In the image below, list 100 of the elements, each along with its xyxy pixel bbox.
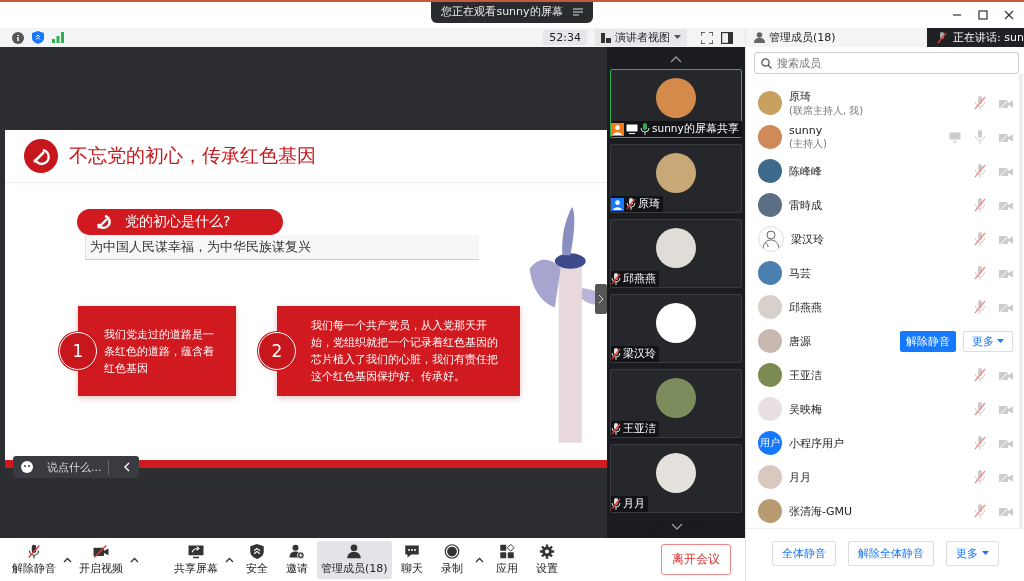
muted-mic-icon[interactable] [974, 198, 986, 212]
avatar-placeholder [656, 78, 696, 118]
avatar-placeholder [656, 453, 696, 493]
maximize-icon[interactable] [978, 10, 988, 20]
member-row[interactable]: 唐源 解除静音 更多 [746, 324, 1019, 358]
signal-icon[interactable] [52, 32, 64, 43]
member-row[interactable]: sunny (主持人) [746, 120, 1019, 154]
member-action-button[interactable]: 全体静音 [771, 541, 836, 566]
member-role: (联席主持人, 我) [789, 103, 865, 118]
video-tile[interactable]: sunny的屏幕共享 [610, 69, 742, 138]
member-action-button[interactable]: 更多 [945, 541, 999, 566]
toolbar-button[interactable]: 聊天 [391, 540, 432, 579]
muted-mic-icon[interactable] [974, 368, 986, 382]
member-name: 张清海-GMU [789, 503, 854, 519]
camera-off-icon[interactable] [999, 233, 1013, 245]
search-field[interactable]: 搜索成员 [754, 52, 1019, 74]
member-row[interactable]: 用户 小程序用户 [746, 426, 1019, 460]
camera-off-icon[interactable] [999, 301, 1013, 313]
collapse-handle[interactable] [595, 284, 607, 314]
toolbar-button[interactable]: 解除静音 [8, 540, 60, 579]
member-row[interactable]: 张清海-GMU [746, 494, 1019, 528]
member-row[interactable]: 原琦 (联席主持人, 我) [746, 86, 1019, 120]
camera-off-icon[interactable] [999, 199, 1013, 211]
muted-mic-icon[interactable] [974, 504, 986, 518]
member-name: 马芸 [789, 265, 812, 281]
muted-mic-icon[interactable] [974, 266, 986, 280]
camera-off-icon[interactable] [999, 267, 1013, 279]
caret-icon[interactable] [130, 556, 139, 563]
toolbar-button[interactable]: 管理成员(18) [317, 540, 392, 579]
member-row[interactable]: 吴映梅 [746, 392, 1019, 426]
member-name: sunny [789, 123, 824, 137]
shield-icon [248, 543, 266, 559]
camera-off-icon[interactable] [999, 437, 1013, 449]
muted-mic-icon[interactable] [974, 470, 986, 484]
camera-off-icon[interactable] [999, 369, 1013, 381]
video-tile[interactable]: 月月 [610, 444, 742, 513]
avatar-placeholder [656, 303, 696, 343]
video-tile[interactable]: 邱燕燕 [610, 219, 742, 288]
scroll-up-icon[interactable] [670, 55, 682, 63]
member-row[interactable]: 梁汉玲 [746, 222, 1019, 256]
host-badge-icon [611, 122, 624, 136]
unmute-button[interactable]: 解除静音 [900, 330, 956, 352]
muted-mic-icon[interactable] [974, 164, 986, 178]
toolbar-button[interactable]: 应用 [486, 540, 527, 579]
video-tile[interactable]: 王亚洁 [610, 369, 742, 438]
camera-off-icon[interactable] [999, 131, 1013, 143]
list-icon[interactable] [572, 7, 583, 16]
camera-off-icon[interactable] [999, 471, 1013, 483]
camera-off-icon[interactable] [999, 403, 1013, 415]
member-name: 小程序用户 [789, 435, 845, 451]
muted-mic-icon[interactable] [974, 96, 986, 110]
avatar-placeholder [656, 228, 696, 268]
leave-meeting-button[interactable]: 离开会议 [661, 544, 731, 575]
mic-icon[interactable] [974, 130, 986, 144]
video-tile[interactable]: 梁汉玲 [610, 294, 742, 363]
sketch-avatar [758, 226, 784, 252]
member-action-button[interactable]: 解除全体静音 [847, 541, 934, 566]
close-icon[interactable] [1004, 10, 1014, 20]
member-row[interactable]: 月月 [746, 460, 1019, 494]
toolbar-button[interactable]: 安全 [237, 540, 277, 579]
fullscreen-icon[interactable] [701, 31, 713, 44]
muted-mic-icon [937, 31, 948, 44]
person-icon [754, 32, 765, 43]
info-icon[interactable] [12, 31, 24, 44]
shield-icon[interactable] [32, 31, 44, 44]
photo-avatar [758, 159, 782, 183]
toolbar-button[interactable]: 录制 [431, 540, 472, 579]
member-name: 梁汉玲 [791, 231, 825, 247]
toolbar-button[interactable]: 邀请 [277, 540, 317, 579]
participant-name: 原琦 [638, 197, 660, 211]
member-row[interactable]: 陈峰峰 [746, 154, 1019, 188]
chevron-left-icon[interactable] [122, 462, 131, 472]
sidebar-icon[interactable] [721, 31, 733, 44]
camera-off-icon[interactable] [999, 165, 1013, 177]
video-tile[interactable]: 原琦 [610, 144, 742, 213]
muted-mic-icon[interactable] [974, 402, 986, 416]
camera-off-icon[interactable] [999, 505, 1013, 517]
member-row[interactable]: 马芸 [746, 256, 1019, 290]
member-row[interactable]: 邱燕燕 [746, 290, 1019, 324]
participant-name: 梁汉玲 [623, 347, 656, 361]
view-mode-dropdown[interactable]: 演讲者视图 [595, 29, 687, 46]
toolbar-button[interactable]: 设置 [526, 540, 567, 579]
muted-mic-icon[interactable] [974, 232, 986, 246]
toolbar-button[interactable]: 共享屏幕 [170, 540, 222, 579]
muted-mic-icon[interactable] [974, 300, 986, 314]
camera-off-icon[interactable] [999, 97, 1013, 109]
chat-input[interactable]: 说点什么... [13, 456, 139, 478]
toolbar-button[interactable]: 开启视频 [75, 540, 127, 579]
caret-icon[interactable] [474, 556, 484, 563]
member-name: 唐源 [789, 333, 812, 349]
muted-mic-icon[interactable] [974, 436, 986, 450]
layout-icon [601, 32, 611, 43]
member-row[interactable]: 雷時成 [746, 188, 1019, 222]
avatar-placeholder [656, 378, 696, 418]
caret-icon[interactable] [225, 556, 234, 563]
emblem-icon [95, 213, 113, 231]
photo-avatar [758, 329, 782, 353]
member-row[interactable]: 王亚洁 [746, 358, 1019, 392]
more-button[interactable]: 更多 [963, 330, 1013, 352]
caret-icon[interactable] [63, 556, 72, 563]
